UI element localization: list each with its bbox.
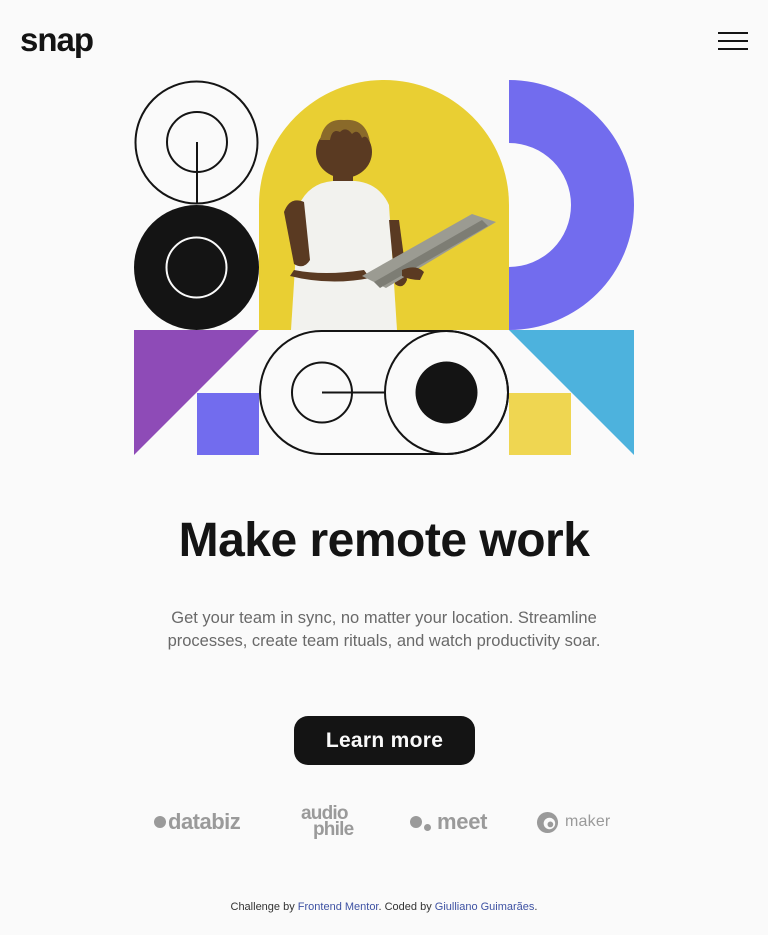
client-databiz-logo: databiz [154, 800, 241, 844]
hero-subtext: Get your team in sync, no matter your lo… [167, 609, 601, 650]
purple-square [197, 393, 259, 455]
attribution: Challenge by Frontend Mentor. Coded by G… [0, 901, 768, 913]
hamburger-icon[interactable] [714, 28, 752, 54]
client-logos: databiz audio phile meet maker [150, 800, 620, 844]
pill-right-black-dot [415, 361, 478, 424]
frontend-mentor-link[interactable]: Frontend Mentor [298, 901, 379, 913]
hero-illustration-svg [134, 80, 634, 455]
menu-bar-middle [718, 40, 748, 42]
black-circle [134, 205, 259, 330]
hero-illustration [134, 80, 634, 455]
databiz-dot-icon [154, 816, 166, 828]
maker-swirl-icon [536, 811, 559, 833]
author-link[interactable]: Giulliano Guimarães [435, 901, 535, 913]
page: snap Make remote work Get your team in s… [0, 0, 768, 935]
menu-bar-top [718, 32, 748, 34]
attribution-middle: . Coded by [378, 901, 432, 913]
client-audiophile-logo: audio phile [301, 800, 354, 844]
yellow-square [509, 393, 571, 455]
hero-headline: Make remote work [178, 514, 590, 567]
logo[interactable]: snap [20, 20, 94, 60]
meet-small-dot-icon [424, 823, 431, 831]
audiophile-label-line2: phile [313, 819, 354, 840]
maker-label: maker [565, 813, 611, 830]
attribution-suffix: . [534, 901, 538, 913]
databiz-label: databiz [168, 809, 241, 834]
meet-large-dot-icon [410, 816, 422, 828]
attribution-prefix: Challenge by [230, 901, 295, 913]
client-meet-logo: meet [410, 800, 487, 844]
client-maker-logo: maker [536, 800, 610, 844]
meet-label: meet [437, 809, 488, 834]
menu-bar-bottom [718, 48, 748, 50]
learn-more-button[interactable]: Learn more [294, 716, 475, 765]
purple-half-ring [509, 80, 634, 330]
